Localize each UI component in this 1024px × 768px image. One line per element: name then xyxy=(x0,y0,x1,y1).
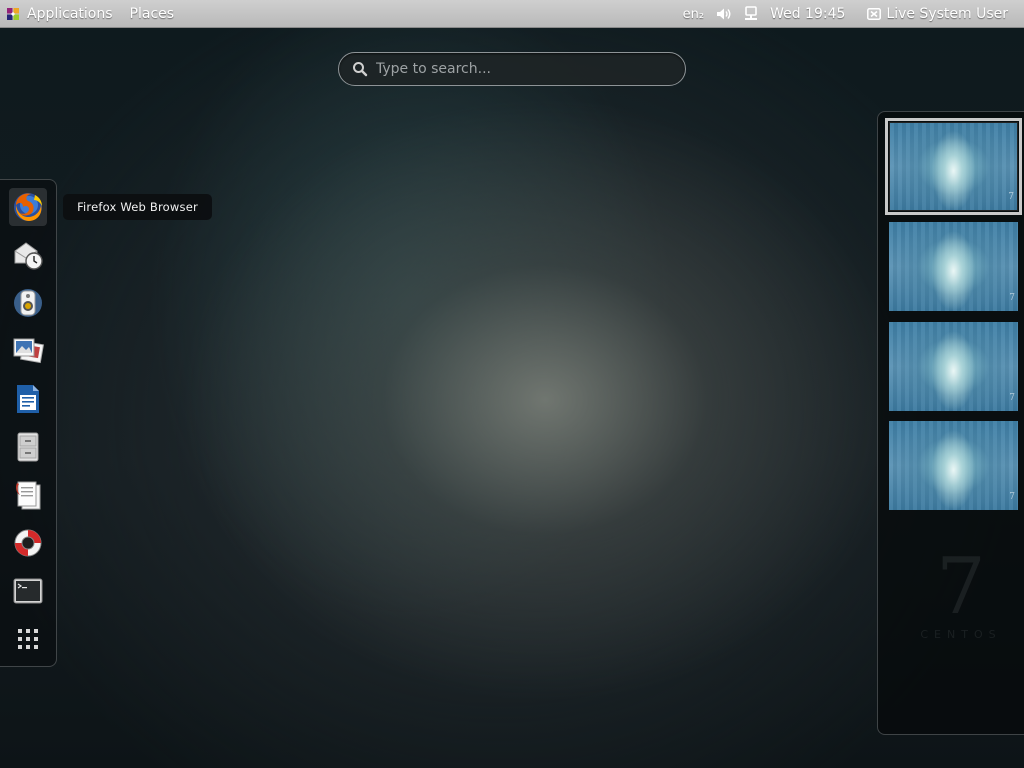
dash-item-file-roller[interactable] xyxy=(9,428,47,466)
centos-logo-icon xyxy=(7,8,19,20)
photos-icon xyxy=(13,338,44,364)
panel-left: Applications Places xyxy=(6,0,174,28)
dash-item-writer[interactable] xyxy=(9,380,47,418)
workspace-thumbnail[interactable]: 7 xyxy=(889,322,1018,411)
workspace-thumbnail[interactable]: 7 xyxy=(889,222,1018,311)
file-cabinet-icon xyxy=(17,432,39,462)
volume-indicator[interactable] xyxy=(716,0,732,28)
dash-item-documents[interactable] xyxy=(9,476,47,514)
workspace-thumbnail[interactable]: 7 xyxy=(889,421,1018,510)
centos-wallpaper-mark: 7 xyxy=(1009,293,1015,303)
centos-wallpaper-mark: 7 xyxy=(1008,192,1014,202)
search-entry[interactable] xyxy=(338,52,686,86)
grid-icon xyxy=(18,629,38,649)
centos-watermark-word: CENTOS xyxy=(920,628,1002,641)
centos-wallpaper-mark: 7 xyxy=(1009,393,1015,403)
writer-document-icon xyxy=(17,385,39,413)
wired-network-icon xyxy=(745,6,758,20)
keyboard-layout-label: en₂ xyxy=(682,6,705,22)
applications-label: Applications xyxy=(27,6,113,22)
search-input[interactable] xyxy=(376,57,666,81)
user-menu[interactable]: Live System User xyxy=(867,0,1008,28)
places-menu[interactable]: Places xyxy=(130,0,175,28)
documents-icon xyxy=(16,481,41,510)
applications-menu[interactable]: Applications xyxy=(6,0,113,28)
speaker-icon xyxy=(14,289,42,317)
places-label: Places xyxy=(129,6,175,22)
mail-clock-icon xyxy=(14,242,43,270)
keyboard-layout-indicator[interactable]: en₂ xyxy=(683,0,704,28)
clock-label: Wed 19:45 xyxy=(770,6,846,22)
user-available-icon xyxy=(867,8,882,20)
terminal-icon xyxy=(13,578,43,604)
top-panel: Applications Places en₂ Wed 19:45 Live S… xyxy=(0,0,1024,28)
dash xyxy=(0,179,57,667)
workspace-thumbnail[interactable]: 7 xyxy=(885,118,1022,215)
clock[interactable]: Wed 19:45 xyxy=(770,0,845,28)
centos-wallpaper-mark: 7 xyxy=(1009,492,1015,502)
centos-watermark-numeral: 7 xyxy=(936,542,986,632)
firefox-icon xyxy=(14,193,42,221)
dash-item-terminal[interactable] xyxy=(9,572,47,610)
lifebuoy-icon xyxy=(14,529,42,557)
dash-item-evolution[interactable] xyxy=(9,236,47,274)
dash-item-shotwell[interactable] xyxy=(9,332,47,370)
volume-icon xyxy=(717,8,731,20)
dash-item-firefox[interactable] xyxy=(9,188,47,226)
search-icon xyxy=(353,62,368,77)
network-indicator[interactable] xyxy=(744,0,758,28)
centos-watermark: 7 CENTOS xyxy=(911,548,1011,644)
panel-right: en₂ Wed 19:45 Live System User xyxy=(683,0,1008,28)
dash-item-rhythmbox[interactable] xyxy=(9,284,47,322)
user-label: Live System User xyxy=(886,6,1008,22)
dash-item-show-applications[interactable] xyxy=(9,620,47,658)
dash-item-help[interactable] xyxy=(9,524,47,562)
dash-tooltip: Firefox Web Browser xyxy=(63,194,212,220)
